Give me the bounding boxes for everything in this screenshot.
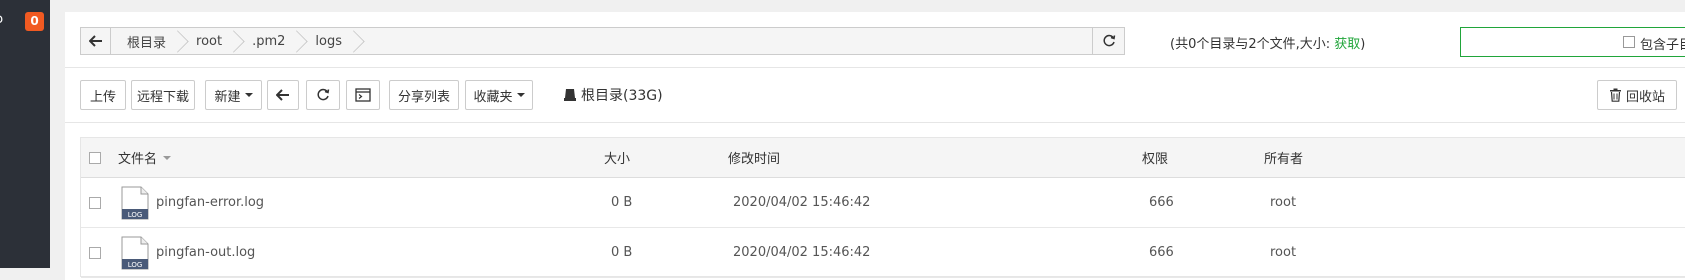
notification-badge[interactable]: 0 — [25, 12, 44, 31]
file-name[interactable]: pingfan-out.log — [156, 228, 255, 277]
file-size: 0 B — [611, 178, 632, 227]
row-checkbox-cell[interactable] — [89, 178, 101, 227]
recycle-bin-button[interactable]: 回收站 — [1597, 80, 1677, 110]
header-perm[interactable]: 权限 — [1142, 138, 1168, 177]
terminal-button[interactable] — [346, 80, 380, 110]
breadcrumb-label: 根目录 — [127, 35, 167, 51]
sidebar: ɔ 0 — [0, 0, 50, 268]
refresh-icon — [317, 88, 330, 101]
disk-label: 根目录(33G) — [581, 88, 663, 104]
breadcrumb-label: .pm2 — [252, 33, 286, 49]
divider — [65, 122, 1685, 123]
arrow-left-icon — [88, 35, 102, 47]
table-row[interactable]: LOG pingfan-out.log 0 B 2020/04/02 15:46… — [81, 228, 1685, 278]
file-name[interactable]: pingfan-error.log — [156, 178, 264, 227]
file-name-label: pingfan-out.log — [156, 245, 256, 260]
sort-caret-icon — [163, 155, 172, 160]
back-button[interactable] — [267, 80, 299, 110]
table-row[interactable]: LOG pingfan-error.log 0 B 2020/04/02 15:… — [81, 178, 1685, 228]
path-refresh-button[interactable] — [1092, 28, 1124, 54]
file-perm[interactable]: 666 — [1149, 178, 1174, 227]
trash-icon — [1609, 88, 1621, 102]
sidebar-partial-icon: ɔ — [0, 12, 3, 27]
path-bar: 根目录 root .pm2 logs — [80, 27, 1125, 55]
breadcrumb-label: root — [196, 33, 223, 49]
header-name[interactable]: 文件名 — [118, 138, 172, 177]
select-all-checkbox[interactable] — [89, 151, 101, 164]
breadcrumb-pm2[interactable]: .pm2 — [236, 28, 300, 54]
directory-summary-close: ) — [1360, 37, 1366, 52]
refresh-button[interactable] — [306, 80, 340, 110]
remote-download-label: 远程下载 — [136, 89, 189, 105]
path-input-area[interactable] — [356, 28, 1124, 54]
file-mtime: 2020/04/02 15:46:42 — [733, 228, 870, 277]
get-size-link[interactable]: 获取 — [1334, 37, 1360, 52]
new-label: 新建 — [214, 89, 241, 105]
favorites-label: 收藏夹 — [473, 89, 513, 105]
file-perm-label: 666 — [1149, 195, 1174, 210]
terminal-icon — [355, 88, 371, 102]
divider — [65, 67, 1685, 68]
include-subdir-label: 包含子目 — [1640, 38, 1685, 53]
share-list-button[interactable]: 分享列表 — [389, 80, 459, 110]
header-owner[interactable]: 所有者 — [1264, 138, 1303, 177]
recycle-bin-label: 回收站 — [1625, 89, 1665, 105]
file-name-label: pingfan-error.log — [156, 195, 265, 210]
header-name-label: 文件名 — [118, 152, 158, 167]
favorites-dropdown-button[interactable]: 收藏夹 — [465, 80, 533, 110]
breadcrumb-root-dir[interactable]: 根目录 — [111, 28, 181, 54]
header-perm-label: 权限 — [1142, 152, 1169, 167]
directory-summary: (共0个目录与2个文件,大小: 获取) — [1170, 33, 1365, 52]
caret-down-icon — [516, 93, 525, 97]
file-perm-label: 666 — [1149, 245, 1174, 260]
header-size[interactable]: 大小 — [604, 138, 630, 177]
path-back-button[interactable] — [81, 28, 111, 54]
refresh-icon — [1102, 34, 1115, 47]
row-checkbox[interactable] — [89, 246, 101, 259]
upload-button[interactable]: 上传 — [80, 80, 126, 110]
log-file-icon: LOG — [121, 186, 149, 220]
file-owner-label: root — [1270, 245, 1297, 260]
header-mtime-label: 修改时间 — [728, 152, 781, 167]
breadcrumb-label: logs — [315, 33, 343, 49]
share-list-label: 分享列表 — [397, 89, 450, 105]
select-all-checkbox-cell[interactable] — [89, 138, 101, 177]
upload-label: 上传 — [89, 89, 116, 105]
row-checkbox-cell[interactable] — [89, 228, 101, 277]
row-checkbox[interactable] — [89, 196, 101, 209]
file-perm[interactable]: 666 — [1149, 228, 1174, 277]
log-file-icon: LOG — [121, 236, 149, 270]
file-owner-label: root — [1270, 195, 1297, 210]
hard-drive-icon — [564, 89, 576, 101]
file-table: 文件名 大小 修改时间 权限 所有者 LOG pingfan-error.log… — [80, 137, 1685, 278]
header-owner-label: 所有者 — [1264, 152, 1304, 167]
file-mtime: 2020/04/02 15:46:42 — [733, 178, 870, 227]
header-size-label: 大小 — [604, 152, 631, 167]
file-mtime-label: 2020/04/02 15:46:42 — [733, 195, 871, 210]
file-mtime-label: 2020/04/02 15:46:42 — [733, 245, 871, 260]
file-size-label: 0 B — [611, 245, 633, 260]
disk-selector[interactable]: 根目录(33G) — [563, 85, 663, 105]
table-header: 文件名 大小 修改时间 权限 所有者 — [81, 138, 1685, 178]
file-size: 0 B — [611, 228, 632, 277]
caret-down-icon — [244, 93, 253, 97]
include-subdir-checkbox[interactable] — [1623, 36, 1635, 48]
file-owner[interactable]: root — [1270, 178, 1296, 227]
file-owner[interactable]: root — [1270, 228, 1296, 277]
file-size-label: 0 B — [611, 195, 633, 210]
search-input[interactable]: 包含子目 — [1460, 27, 1685, 57]
directory-summary-text: (共0个目录与2个文件,大小: — [1170, 37, 1331, 52]
arrow-left-icon — [276, 89, 289, 101]
new-dropdown-button[interactable]: 新建 — [205, 80, 262, 110]
file-type-label: LOG — [128, 211, 143, 219]
remote-download-button[interactable]: 远程下载 — [131, 80, 195, 110]
header-mtime[interactable]: 修改时间 — [728, 138, 780, 177]
